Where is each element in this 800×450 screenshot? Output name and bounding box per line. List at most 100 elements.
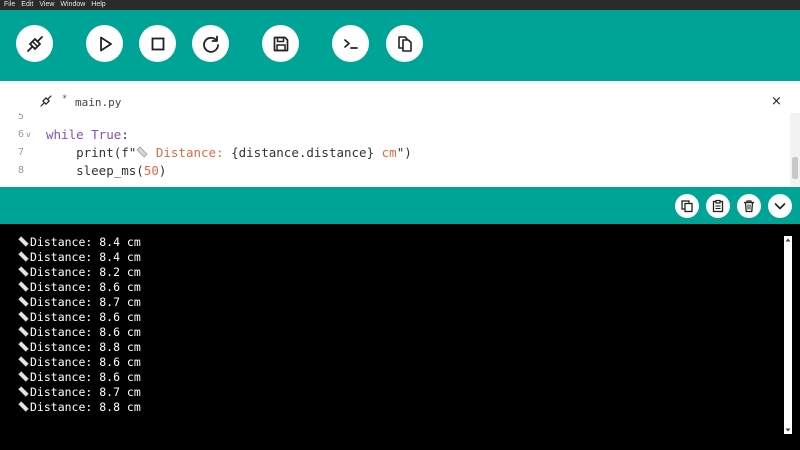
line-number: 5: [17, 113, 24, 122]
ruler-icon: [18, 341, 29, 352]
clear-button[interactable]: [737, 194, 761, 218]
ruler-icon: [18, 311, 29, 322]
console-text: Distance: 8.4 cm: [30, 235, 141, 249]
code-line[interactable]: 7 print(f"📏 Distance: {distance.distance…: [0, 144, 800, 162]
editor-tab[interactable]: * main.py ×: [0, 81, 800, 113]
connect-button[interactable]: [16, 25, 53, 62]
ruler-icon: [18, 281, 29, 292]
ruler-icon: [18, 371, 29, 382]
terminal-icon: [343, 38, 358, 49]
console-text: Distance: 8.4 cm: [30, 250, 141, 264]
code-line[interactable]: 5: [0, 113, 800, 126]
console-text: Distance: 8.7 cm: [30, 295, 141, 309]
trash-icon: [744, 200, 754, 213]
code-area[interactable]: 56vwhile True:7 print(f"📏 Distance: {dis…: [0, 113, 800, 187]
console-scrollbar[interactable]: [784, 236, 792, 434]
plug-icon: [40, 95, 52, 107]
stop-button[interactable]: [139, 25, 176, 62]
console-text: Distance: 8.6 cm: [30, 310, 141, 324]
code-text: while True:: [46, 126, 129, 144]
reload-icon: [202, 35, 219, 53]
menu-help[interactable]: Help: [87, 0, 105, 10]
console-line: Distance: 8.6 cm: [18, 325, 141, 340]
code-text: print(f"📏 Distance: {distance.distance} …: [46, 144, 412, 162]
chevron-down-icon: [774, 203, 786, 210]
terminal-button[interactable]: [332, 25, 369, 62]
ruler-icon: [18, 296, 29, 307]
fold-toggle[interactable]: v: [26, 126, 31, 144]
code-token: "): [396, 145, 412, 160]
ruler-icon: [18, 251, 29, 262]
editor-scrollbar-thumb[interactable]: [792, 157, 798, 179]
ruler-icon: [18, 386, 29, 397]
console-toolbar: [0, 187, 800, 224]
code-token: ): [158, 163, 167, 178]
files-icon: [397, 35, 412, 52]
menu-edit[interactable]: Edit: [17, 0, 33, 10]
toolbar: [0, 10, 800, 81]
plug-icon: [26, 35, 43, 52]
console-line: Distance: 8.2 cm: [18, 265, 141, 280]
scroll-down-icon[interactable]: [785, 427, 791, 433]
clipboard-icon: [712, 199, 724, 213]
line-number: 7: [17, 147, 24, 158]
console-line: Distance: 8.8 cm: [18, 340, 141, 355]
code-editor: * main.py × 56vwhile True:7 print(f"📏 Di…: [0, 81, 800, 187]
console-line: Distance: 8.4 cm: [18, 250, 141, 265]
code-token: {distance.distance}: [231, 145, 375, 160]
console-line: Distance: 8.6 cm: [18, 370, 141, 385]
code-token: while: [46, 127, 92, 142]
console-text: Distance: 8.6 cm: [30, 370, 141, 384]
line-number: 6: [17, 129, 24, 140]
console-line: Distance: 8.7 cm: [18, 385, 141, 400]
code-line[interactable]: 8 sleep_ms(50): [0, 162, 800, 180]
paste-button[interactable]: [706, 194, 730, 218]
ruler-icon: [18, 401, 29, 412]
copy-button[interactable]: [675, 194, 699, 218]
console-line: Distance: 8.7 cm: [18, 295, 141, 310]
menu-file[interactable]: File: [0, 0, 15, 10]
code-token: True: [91, 127, 122, 142]
code-line[interactable]: 6 v while True:: [0, 126, 800, 144]
collapse-button[interactable]: [768, 194, 792, 218]
serial-console[interactable]: Distance: 8.4 cm Distance: 8.4 cm Distance…: [0, 224, 800, 450]
ruler-icon: [18, 266, 29, 277]
line-number: 8: [17, 165, 24, 176]
close-icon[interactable]: ×: [771, 94, 782, 109]
console-line: Distance: 8.6 cm: [18, 280, 141, 295]
ruler-icon: [18, 236, 29, 247]
console-line: Distance: 8.4 cm: [18, 235, 141, 250]
scroll-up-icon[interactable]: [785, 237, 791, 243]
copy-icon: [681, 200, 693, 213]
menu-window[interactable]: Window: [56, 0, 85, 10]
floppy-disk-icon: [273, 36, 288, 51]
console-text: Distance: 8.8 cm: [30, 400, 141, 414]
code-token: print(f": [46, 145, 137, 160]
menu-view[interactable]: View: [35, 0, 54, 10]
console-text: Distance: 8.2 cm: [30, 265, 141, 279]
code-token: 50: [143, 163, 159, 178]
code-token: sleep_ms(: [46, 163, 144, 178]
code-token: cm: [374, 145, 397, 160]
play-icon: [99, 36, 112, 51]
console-text: Distance: 8.6 cm: [30, 280, 141, 294]
ruler-icon: [18, 356, 29, 367]
console-line: Distance: 8.6 cm: [18, 310, 141, 325]
ruler-icon: [18, 326, 29, 337]
console-text: Distance: 8.8 cm: [30, 340, 141, 354]
ruler-icon: [136, 146, 148, 158]
run-button[interactable]: [86, 25, 123, 62]
save-button[interactable]: [262, 25, 299, 62]
tab-filename: main.py: [75, 96, 122, 109]
files-button[interactable]: [386, 25, 423, 62]
code-token: Distance:: [148, 145, 232, 160]
modified-indicator: *: [62, 94, 68, 104]
code-token: :: [121, 127, 129, 142]
console-line: Distance: 8.8 cm: [18, 400, 141, 415]
console-text: Distance: 8.6 cm: [30, 355, 141, 369]
console-text: Distance: 8.7 cm: [30, 385, 141, 399]
stop-icon: [151, 37, 164, 50]
console-line: Distance: 8.6 cm: [18, 355, 141, 370]
console-text: Distance: 8.6 cm: [30, 325, 141, 339]
reset-button[interactable]: [192, 25, 229, 62]
